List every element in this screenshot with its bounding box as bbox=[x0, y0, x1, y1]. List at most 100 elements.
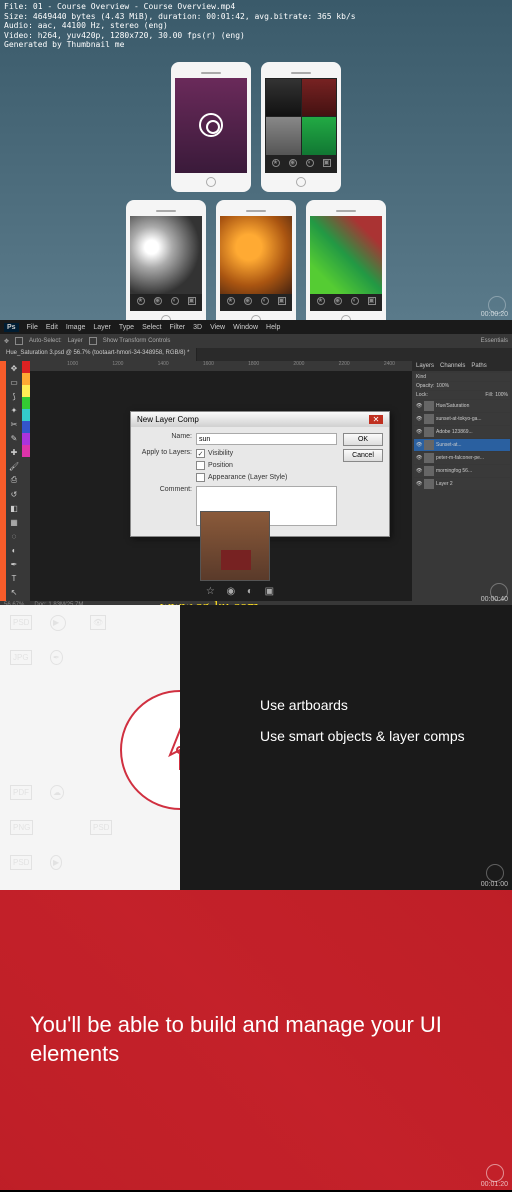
layer-item[interactable]: 👁Layer 2 bbox=[414, 478, 510, 490]
photoshop-canvas[interactable]: 10001200140016001800200022002400 New Lay… bbox=[30, 361, 412, 601]
slide-bullet-2: Use smart objects & layer comps bbox=[260, 721, 492, 752]
meta-audio: Audio: aac, 44100 Hz, stereo (eng) bbox=[4, 21, 508, 31]
position-checkbox[interactable] bbox=[196, 461, 205, 470]
layer-item[interactable]: 👁Adobe 123869... bbox=[414, 426, 510, 438]
layer-item[interactable]: 👁morningfog 56... bbox=[414, 465, 510, 477]
layer-item[interactable]: 👁Hue/Saturation bbox=[414, 400, 510, 412]
phone-mockup-1 bbox=[171, 62, 251, 192]
photoshop-panels: Layers Channels Paths Kind Opacity:100% … bbox=[412, 361, 512, 601]
layer-item[interactable]: 👁sunset-at-tokyo-ga... bbox=[414, 413, 510, 425]
swatch-blue[interactable] bbox=[22, 421, 30, 433]
apply-label: Apply to Layers: bbox=[137, 449, 192, 456]
menu-view[interactable]: View bbox=[210, 324, 225, 331]
phone-screen-camera bbox=[175, 78, 247, 173]
move-tool-icon: ✥ bbox=[4, 338, 9, 345]
square-icon: ▣ bbox=[188, 297, 196, 305]
path-tool[interactable]: ↖ bbox=[6, 585, 22, 599]
document-tab[interactable]: Hue_Saturation 3.psd @ 56.7% (tootaart-h… bbox=[0, 348, 197, 361]
star-icon: ★ bbox=[227, 297, 235, 305]
visibility-checkbox[interactable]: ✓ bbox=[196, 449, 205, 458]
wand-tool[interactable]: ✦ bbox=[6, 403, 22, 417]
slide-bullet-1: Use artboards bbox=[260, 690, 492, 721]
visibility-icon: 👁 bbox=[416, 455, 422, 461]
gradient-tool[interactable]: ▦ bbox=[6, 515, 22, 529]
type-tool[interactable]: T bbox=[6, 571, 22, 585]
tab-channels[interactable]: Channels bbox=[440, 363, 465, 369]
stamp-tool[interactable]: ⎙ bbox=[6, 473, 22, 487]
phone-speaker bbox=[246, 210, 266, 212]
menu-help[interactable]: Help bbox=[266, 324, 280, 331]
star-icon: ☆ bbox=[206, 586, 215, 597]
tab-layers[interactable]: Layers bbox=[416, 363, 434, 369]
ruler-horizontal: 10001200140016001800200022002400 bbox=[30, 361, 412, 371]
swatch-orange[interactable] bbox=[22, 373, 30, 385]
psd-icon: PSD bbox=[10, 615, 32, 630]
brush-tool[interactable]: 🖌 bbox=[6, 459, 22, 473]
menu-layer[interactable]: Layer bbox=[93, 324, 111, 331]
menu-edit[interactable]: Edit bbox=[46, 324, 58, 331]
phone-mockup-2: ★ ◉ ◐ ▣ bbox=[261, 62, 341, 192]
phone-screen-bw: ★ ◉ ◐ ▣ bbox=[130, 216, 202, 311]
phone-screen-grid: ★ ◉ ◐ ▣ bbox=[265, 78, 337, 173]
tab-paths[interactable]: Paths bbox=[471, 363, 486, 369]
blur-tool[interactable]: ◌ bbox=[6, 529, 22, 543]
phone-speaker bbox=[291, 72, 311, 74]
thumb-red bbox=[302, 79, 337, 117]
name-input[interactable] bbox=[196, 433, 337, 445]
layer-item[interactable]: 👁Sunset-at... bbox=[414, 439, 510, 451]
swatch-purple[interactable] bbox=[22, 433, 30, 445]
menu-window[interactable]: Window bbox=[233, 324, 258, 331]
cancel-button[interactable]: Cancel bbox=[343, 449, 383, 462]
crop-tool[interactable]: ✂ bbox=[6, 417, 22, 431]
workspace-label[interactable]: Essentials bbox=[481, 338, 508, 344]
pen-tool[interactable]: ✒ bbox=[6, 557, 22, 571]
meta-size: Size: 4649440 bytes (4.43 MiB), duration… bbox=[4, 12, 508, 22]
square-icon: ▣ bbox=[278, 297, 286, 305]
swatch-magenta[interactable] bbox=[22, 445, 30, 457]
swatch-cyan[interactable] bbox=[22, 409, 30, 421]
checkbox-autoselect[interactable] bbox=[15, 337, 23, 345]
menu-image[interactable]: Image bbox=[66, 324, 85, 331]
autoselect-value[interactable]: Layer bbox=[68, 338, 83, 344]
move-tool[interactable]: ✥ bbox=[6, 361, 22, 375]
history-tool[interactable]: ↺ bbox=[6, 487, 22, 501]
red-slide-text: You'll be able to build and manage your … bbox=[30, 1011, 482, 1068]
checkbox-transform[interactable] bbox=[89, 337, 97, 345]
swatch-red[interactable] bbox=[22, 361, 30, 373]
menu-select[interactable]: Select bbox=[142, 324, 161, 331]
close-icon[interactable]: ✕ bbox=[369, 415, 383, 424]
thumb-green bbox=[302, 117, 337, 155]
marquee-tool[interactable]: ▭ bbox=[6, 375, 22, 389]
heal-tool[interactable]: ✚ bbox=[6, 445, 22, 459]
play-icon[interactable] bbox=[486, 864, 504, 882]
eyedropper-tool[interactable]: ✎ bbox=[6, 431, 22, 445]
dodge-tool[interactable]: ◐ bbox=[6, 543, 22, 557]
visibility-icon: 👁 bbox=[416, 416, 422, 422]
photoshop-tabbar: Hue_Saturation 3.psd @ 56.7% (tootaart-h… bbox=[0, 348, 512, 361]
play-icon[interactable] bbox=[486, 1164, 504, 1182]
menu-type[interactable]: Type bbox=[119, 324, 134, 331]
phone-speaker bbox=[201, 72, 221, 74]
ok-button[interactable]: OK bbox=[343, 433, 383, 446]
photoshop-menubar: Ps File Edit Image Layer Type Select Fil… bbox=[0, 320, 512, 334]
autoselect-label: Auto-Select: bbox=[29, 338, 62, 344]
phones-row-2: ★ ◉ ◐ ▣ ★ ◉ ◐ ▣ bbox=[0, 200, 512, 320]
swatch-yellow[interactable] bbox=[22, 385, 30, 397]
phone-speaker bbox=[156, 210, 176, 212]
circle-icon: ◉ bbox=[227, 586, 236, 597]
transform-label: Show Transform Controls bbox=[103, 338, 171, 344]
lasso-tool[interactable]: ⟆ bbox=[6, 389, 22, 403]
appearance-checkbox[interactable] bbox=[196, 473, 205, 482]
menu-3d[interactable]: 3D bbox=[193, 324, 202, 331]
menu-file[interactable]: File bbox=[27, 324, 38, 331]
swatch-green[interactable] bbox=[22, 397, 30, 409]
square-icon: ▣ bbox=[323, 159, 331, 167]
timestamp: 00:01:20 bbox=[481, 1181, 508, 1188]
thumb-bw bbox=[266, 79, 301, 117]
eraser-tool[interactable]: ◧ bbox=[6, 501, 22, 515]
circle-icon: ◉ bbox=[154, 297, 162, 305]
layer-item[interactable]: 👁peter-m-falconer-pe... bbox=[414, 452, 510, 464]
menu-filter[interactable]: Filter bbox=[170, 324, 186, 331]
psd-icon: PSD bbox=[10, 855, 32, 870]
dialog-titlebar[interactable]: New Layer Comp ✕ bbox=[131, 412, 389, 427]
